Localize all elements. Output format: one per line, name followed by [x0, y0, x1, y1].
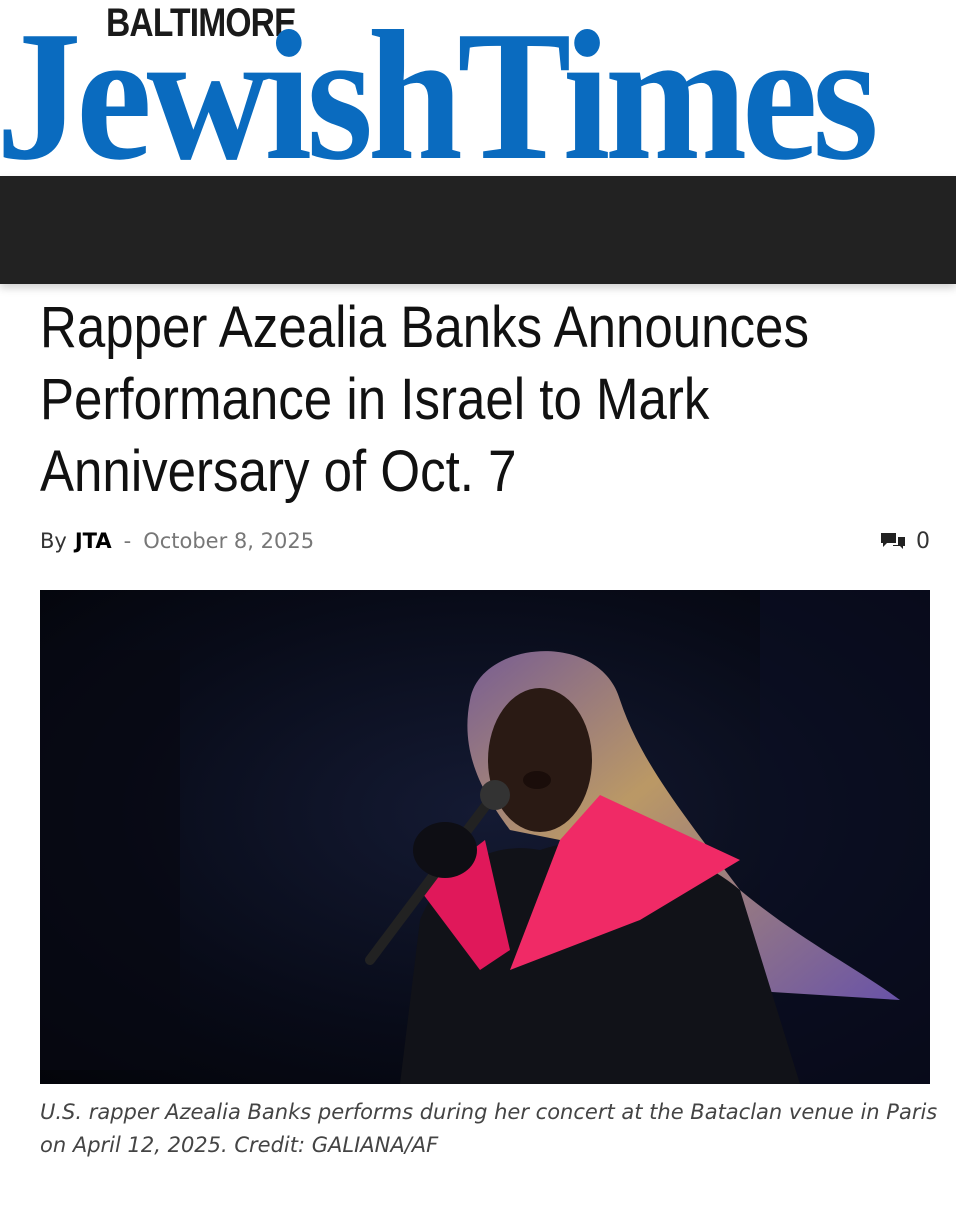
- publish-date: October 8, 2025: [143, 529, 315, 553]
- photo-caption: U.S. rapper Azealia Banks performs durin…: [40, 1100, 938, 1157]
- article-headline: Rapper Azealia Banks Announces Performan…: [40, 295, 809, 504]
- comments-count: 0: [916, 528, 930, 554]
- masthead-logo[interactable]: JewishTimes: [0, 3, 879, 176]
- masthead[interactable]: BALTIMORE JewishTimes: [0, 0, 956, 176]
- comments-count-link[interactable]: 0: [880, 524, 930, 558]
- byline: By JTA - October 8, 2025: [40, 524, 314, 558]
- rapper-performing-on-stage-image: [40, 590, 930, 1084]
- comment-bubbles-icon: [881, 533, 905, 549]
- byline-prefix: By: [40, 529, 67, 553]
- navigation-bar: [0, 176, 956, 284]
- byline-separator: -: [123, 529, 132, 553]
- author-link[interactable]: JTA: [75, 529, 112, 553]
- article-photo[interactable]: [40, 590, 930, 1084]
